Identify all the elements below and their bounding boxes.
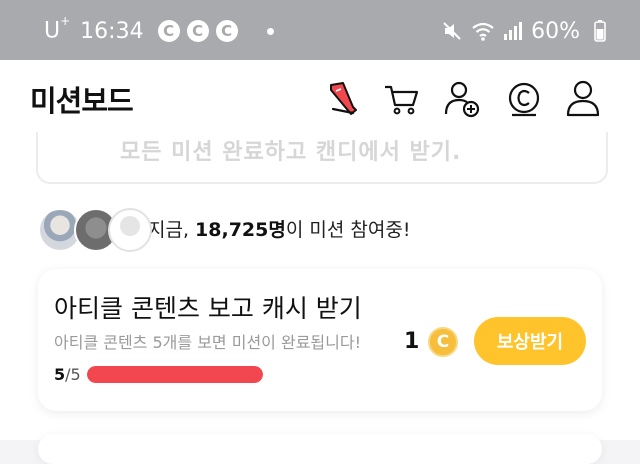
mission-description: 아티클 콘텐츠 5개를 보면 미션이 완료됩니다! bbox=[54, 333, 361, 352]
status-time: 16:34 bbox=[80, 18, 144, 44]
cart-icon[interactable] bbox=[380, 78, 422, 120]
avatar-placeholder bbox=[108, 208, 152, 252]
app-header: 미션보드 bbox=[0, 60, 640, 138]
claim-reward-button[interactable]: 보상받기 bbox=[474, 317, 586, 365]
mission-title: 아티클 콘텐츠 보고 캐시 받기 bbox=[54, 294, 362, 323]
status-right: 60% bbox=[433, 15, 606, 47]
top-banner-card[interactable]: 모든 미션 완료하고 캔디에서 받기. bbox=[36, 132, 608, 184]
profile-icon[interactable] bbox=[562, 78, 604, 120]
cash-coin-icon[interactable] bbox=[503, 78, 545, 120]
participant-count-text: 지금, 18,725명이 미션 참여중! bbox=[148, 218, 411, 241]
status-left: U+ 16:34 C C C bbox=[44, 14, 274, 47]
avatar-group bbox=[38, 206, 152, 252]
notification-c-icon: C bbox=[215, 20, 238, 42]
page-title: 미션보드 bbox=[30, 84, 134, 118]
mission-progress: 5 / 5 bbox=[54, 363, 263, 385]
signal-icon bbox=[504, 22, 523, 40]
mission-board-content: 모든 미션 완료하고 캔디에서 받기. 지금, 18,725명이 미션 참여중!… bbox=[0, 132, 640, 464]
wifi-icon bbox=[472, 22, 494, 41]
next-mission-card[interactable] bbox=[38, 434, 602, 464]
progress-current: 5 bbox=[54, 364, 66, 384]
shoe-icon[interactable] bbox=[322, 78, 364, 120]
battery-icon bbox=[594, 20, 606, 42]
progress-total: 5 bbox=[70, 364, 81, 384]
add-friend-icon[interactable] bbox=[441, 78, 483, 120]
more-notifications-dot-icon bbox=[266, 27, 274, 35]
mute-icon bbox=[443, 22, 461, 40]
progress-bar bbox=[86, 365, 263, 383]
progress-bar-fill bbox=[86, 365, 263, 383]
carrier-label: U+ bbox=[44, 14, 71, 44]
reward-amount: 1 bbox=[404, 329, 420, 354]
battery-percent: 60% bbox=[531, 18, 580, 44]
notification-c-icon: C bbox=[157, 20, 180, 42]
coin-icon: C bbox=[428, 327, 458, 357]
notification-c-icon: C bbox=[186, 20, 209, 42]
mission-card[interactable]: 아티클 콘텐츠 보고 캐시 받기 아티클 콘텐츠 5개를 보면 미션이 완료됩니… bbox=[38, 269, 602, 411]
participant-count: 18,725명 bbox=[195, 218, 286, 241]
top-banner-text: 모든 미션 완료하고 캔디에서 받기. bbox=[120, 140, 462, 165]
status-bar: U+ 16:34 C C C 60% bbox=[0, 0, 640, 60]
participant-row: 지금, 18,725명이 미션 참여중! bbox=[38, 206, 411, 252]
